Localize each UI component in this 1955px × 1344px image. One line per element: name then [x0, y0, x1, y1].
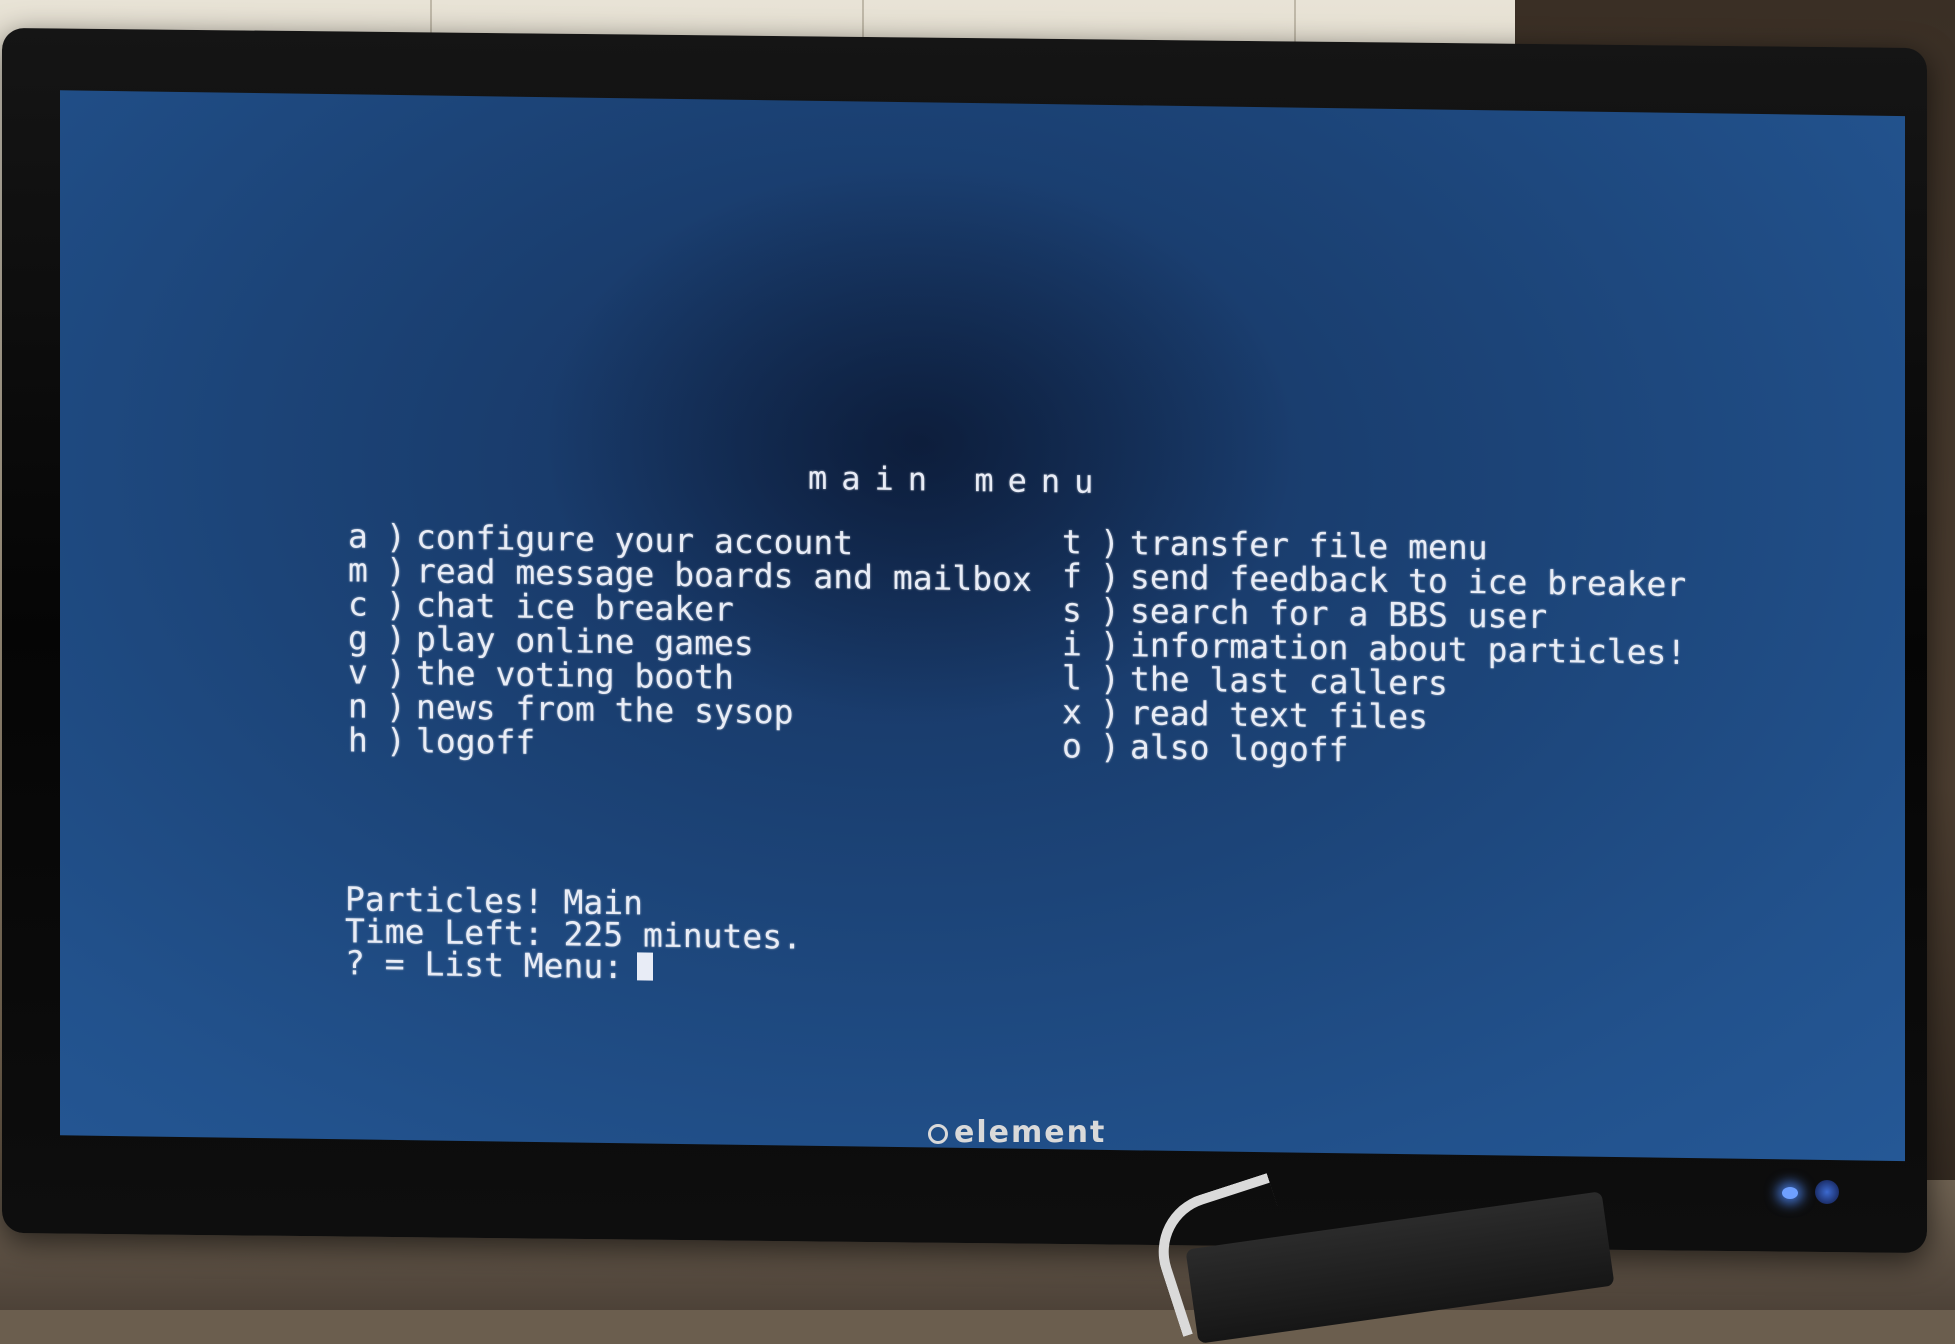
- power-button[interactable]: [1815, 1180, 1839, 1204]
- right-menu-column: t) transfer file menu f) send feedback to …: [1062, 522, 1686, 771]
- prompt-label: ? = List Menu:: [345, 942, 624, 986]
- monitor-brand-logo: element: [928, 1115, 1106, 1150]
- menu-label: also logoff: [1130, 726, 1349, 769]
- status-block: Particles! Main Time Left: 225 minutes. …: [345, 879, 802, 986]
- command-prompt[interactable]: ? = List Menu:: [345, 942, 802, 986]
- menu-title: main menu: [808, 458, 1108, 501]
- left-menu-column: a) configure your account m) read message …: [348, 516, 1032, 766]
- menu-separator: ): [386, 720, 406, 760]
- brand-name: element: [954, 1115, 1107, 1150]
- menu-label: logoff: [416, 720, 536, 762]
- text-cursor[interactable]: [637, 952, 654, 981]
- menu-separator: ): [1100, 726, 1120, 766]
- brand-mark-icon: [928, 1124, 948, 1144]
- menu-key: h: [348, 719, 368, 760]
- power-led-icon: [1782, 1187, 1798, 1199]
- monitor-bezel: main menu a) configure your account m) rea…: [2, 27, 1927, 1254]
- terminal-screen: main menu a) configure your account m) rea…: [60, 90, 1905, 1162]
- menu-key: o: [1062, 725, 1082, 766]
